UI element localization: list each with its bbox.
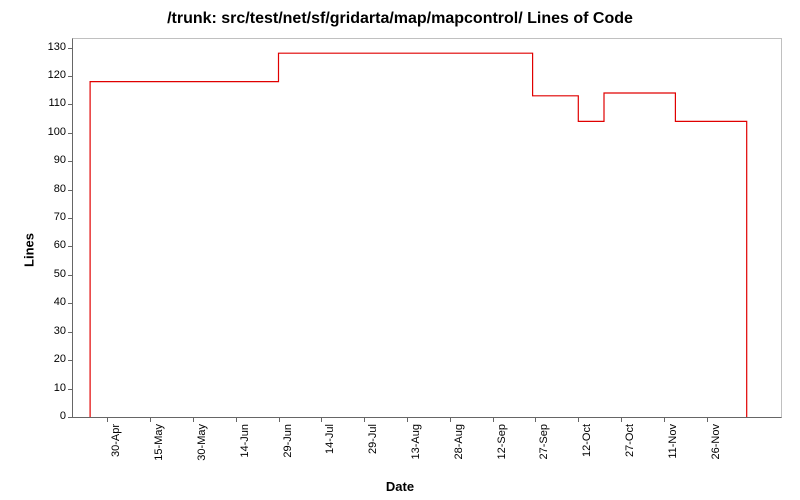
- y-tick: [68, 246, 73, 247]
- y-tick: [68, 389, 73, 390]
- x-tick-label: 11-Nov: [667, 424, 679, 459]
- x-tick: [193, 417, 194, 422]
- y-tick: [68, 275, 73, 276]
- y-tick: [68, 332, 73, 333]
- y-tick-label: 130: [36, 41, 66, 53]
- x-tick-label: 27-Oct: [624, 424, 636, 457]
- x-tick-label: 15-May: [153, 424, 165, 461]
- x-tick-label: 14-Jun: [239, 424, 251, 458]
- y-tick-label: 20: [36, 353, 66, 365]
- x-tick: [279, 417, 280, 422]
- x-tick: [664, 417, 665, 422]
- data-line: [73, 39, 781, 417]
- series-line: [90, 53, 747, 417]
- x-tick-label: 13-Aug: [410, 424, 422, 459]
- x-tick: [150, 417, 151, 422]
- x-tick: [450, 417, 451, 422]
- x-tick-label: 29-Jun: [282, 424, 294, 458]
- x-tick-label: 29-Jul: [367, 424, 379, 454]
- x-tick-label: 28-Aug: [453, 424, 465, 459]
- y-tick: [68, 104, 73, 105]
- x-tick: [321, 417, 322, 422]
- y-tick: [68, 48, 73, 49]
- x-tick: [578, 417, 579, 422]
- y-tick: [68, 417, 73, 418]
- y-tick: [68, 76, 73, 77]
- x-tick: [107, 417, 108, 422]
- chart-title: /trunk: src/test/net/sf/gridarta/map/map…: [0, 10, 800, 28]
- y-tick-label: 50: [36, 268, 66, 280]
- plot-area: [72, 38, 782, 418]
- y-tick-label: 10: [36, 382, 66, 394]
- y-tick: [68, 303, 73, 304]
- y-axis-label: Lines: [21, 233, 36, 267]
- y-tick: [68, 360, 73, 361]
- y-tick-label: 110: [36, 97, 66, 109]
- x-tick: [621, 417, 622, 422]
- chart-container: /trunk: src/test/net/sf/gridarta/map/map…: [0, 0, 800, 500]
- x-tick-label: 14-Jul: [324, 424, 336, 454]
- x-axis-label: Date: [0, 479, 800, 494]
- y-tick-label: 80: [36, 183, 66, 195]
- y-tick: [68, 161, 73, 162]
- y-tick-label: 90: [36, 154, 66, 166]
- y-tick: [68, 218, 73, 219]
- x-tick-label: 12-Sep: [496, 424, 508, 459]
- y-tick-label: 40: [36, 296, 66, 308]
- x-tick-label: 30-Apr: [110, 424, 122, 457]
- y-tick-label: 0: [36, 410, 66, 422]
- x-tick-label: 12-Oct: [581, 424, 593, 457]
- y-tick-label: 100: [36, 126, 66, 138]
- x-tick-label: 30-May: [196, 424, 208, 461]
- x-tick: [236, 417, 237, 422]
- y-tick-label: 60: [36, 239, 66, 251]
- x-tick: [535, 417, 536, 422]
- y-tick: [68, 133, 73, 134]
- x-tick-label: 27-Sep: [538, 424, 550, 459]
- y-tick: [68, 190, 73, 191]
- y-tick-label: 120: [36, 69, 66, 81]
- x-tick-label: 26-Nov: [710, 424, 722, 459]
- x-tick: [493, 417, 494, 422]
- y-tick-label: 30: [36, 325, 66, 337]
- x-tick: [707, 417, 708, 422]
- y-tick-label: 70: [36, 211, 66, 223]
- x-tick: [407, 417, 408, 422]
- x-tick: [364, 417, 365, 422]
